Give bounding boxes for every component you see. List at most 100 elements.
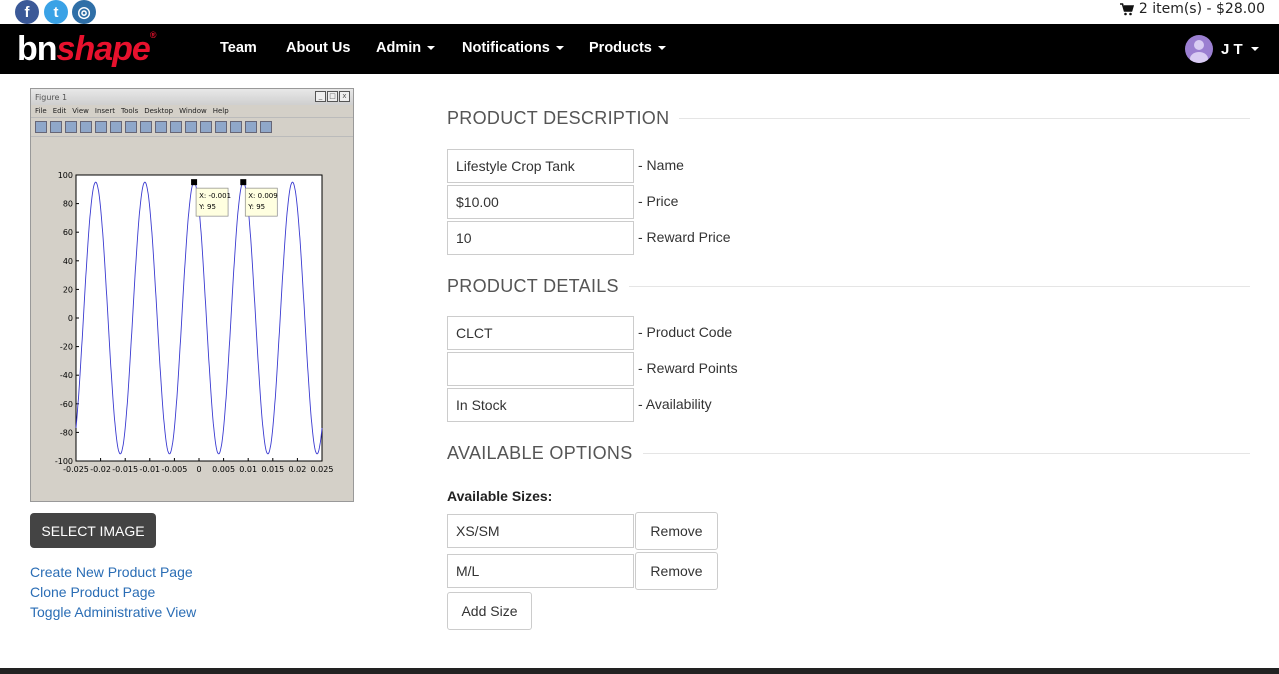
product-image: Figure 1 _ □ x File Edit View Insert Tools…	[30, 88, 354, 502]
y-tick-label: 80	[63, 200, 73, 209]
legend-icon	[230, 121, 242, 133]
size-field-1[interactable]	[447, 514, 634, 548]
cart-text: 2 item(s) - $28.00	[1138, 1, 1265, 17]
toggle-admin-view-link[interactable]: Toggle Administrative View	[30, 604, 196, 620]
datatip-x: X: 0.009	[248, 192, 277, 200]
nav-notifications[interactable]: Notifications	[462, 40, 564, 56]
x-tick-label: -0.005	[162, 465, 188, 474]
chevron-down-icon	[427, 46, 436, 51]
plot-area	[75, 174, 323, 462]
availability-label: - Availability	[638, 396, 712, 412]
cart-icon	[1119, 2, 1134, 15]
nav-products[interactable]: Products	[589, 40, 666, 56]
brush-icon	[185, 121, 197, 133]
y-tick-label: 100	[58, 171, 73, 180]
cart-summary[interactable]: 2 item(s) - $28.00	[1119, 1, 1265, 17]
clone-product-link[interactable]: Clone Product Page	[30, 584, 155, 600]
close-icon: x	[339, 91, 350, 102]
pointer-icon	[95, 121, 107, 133]
datatip-y: Y: 95	[247, 203, 265, 211]
colorbar-icon	[215, 121, 227, 133]
reward-points-label: - Reward Points	[638, 360, 738, 376]
available-sizes-label: Available Sizes:	[447, 488, 553, 504]
y-tick-label: -40	[60, 371, 73, 380]
twitter-icon[interactable]: t	[44, 0, 68, 24]
figure-titlebar: Figure 1 _ □ x	[31, 89, 353, 105]
x-tick-label: 0	[196, 465, 201, 474]
chevron-down-icon	[657, 46, 666, 51]
figure-toolbar	[31, 117, 353, 137]
zoom-in-icon	[110, 121, 122, 133]
y-tick-label: 40	[63, 257, 73, 266]
add-size-button[interactable]: Add Size	[447, 592, 532, 630]
product-code-label: - Product Code	[638, 324, 733, 340]
available-options-heading: AVAILABLE OPTIONS	[447, 443, 1250, 464]
reward-price-field[interactable]	[447, 221, 634, 255]
link-icon	[200, 121, 212, 133]
x-tick-label: 0.02	[288, 465, 306, 474]
main-navbar: bnshape® Team About Us Admin Notificatio…	[0, 24, 1279, 74]
zoom-out-icon	[125, 121, 137, 133]
nav-about-us[interactable]: About Us	[286, 40, 350, 56]
x-tick-label: 0.015	[261, 465, 284, 474]
y-tick-label: -60	[60, 400, 73, 409]
top-bar: f t ◎ 2 item(s) - $28.00	[0, 0, 1279, 24]
remove-size-button-1[interactable]: Remove	[635, 512, 718, 550]
price-label: - Price	[638, 193, 679, 209]
user-menu[interactable]: J T	[1185, 35, 1259, 63]
avatar	[1185, 35, 1213, 63]
chevron-down-icon	[555, 46, 564, 51]
reward-points-field[interactable]	[447, 352, 634, 386]
reward-price-label: - Reward Price	[638, 229, 731, 245]
datatip-marker	[191, 179, 198, 186]
pan-icon	[140, 121, 152, 133]
y-tick-label: 60	[63, 228, 73, 237]
sine-plot: 100806040200-20-40-60-80-100 -0.025 -0.02…	[55, 171, 334, 474]
print-icon	[80, 121, 92, 133]
datatip-marker	[240, 179, 247, 186]
user-initials: J T	[1221, 40, 1243, 58]
datatip-x: X: -0.001	[199, 192, 231, 200]
create-new-product-link[interactable]: Create New Product Page	[30, 564, 193, 580]
y-tick-label: -80	[60, 428, 73, 437]
product-code-field[interactable]	[447, 316, 634, 350]
availability-field[interactable]	[447, 388, 634, 422]
price-field[interactable]	[447, 185, 634, 219]
y-tick-label: 20	[63, 285, 73, 294]
facebook-icon[interactable]: f	[15, 0, 39, 24]
product-details-heading: PRODUCT DETAILS	[447, 276, 1250, 297]
minimize-icon: _	[315, 91, 326, 102]
name-label: - Name	[638, 157, 684, 173]
hide-icon	[245, 121, 257, 133]
open-icon	[50, 121, 62, 133]
y-tick-label: 0	[68, 314, 73, 323]
x-tick-label: -0.01	[139, 465, 160, 474]
new-icon	[35, 121, 47, 133]
nav-admin[interactable]: Admin	[376, 40, 436, 56]
select-image-button[interactable]: Select Image	[30, 513, 156, 548]
figure-title: Figure 1	[35, 92, 68, 102]
x-tick-label: -0.02	[90, 465, 111, 474]
x-tick-label: 0.01	[239, 465, 257, 474]
size-field-2[interactable]	[447, 554, 634, 588]
nav-team[interactable]: Team	[220, 40, 257, 56]
x-tick-label: -0.015	[112, 465, 138, 474]
save-icon	[65, 121, 77, 133]
maximize-icon: □	[327, 91, 338, 102]
rotate-icon	[155, 121, 167, 133]
x-tick-label: -0.025	[63, 465, 89, 474]
remove-size-button-2[interactable]: Remove	[635, 552, 718, 590]
x-tick-label: 0.025	[311, 465, 334, 474]
figure-menubar: File Edit View Insert Tools Desktop Wind…	[35, 107, 229, 115]
instagram-icon[interactable]: ◎	[72, 0, 96, 24]
x-tick-label: 0.005	[212, 465, 235, 474]
y-axis: 100806040200-20-40-60-80-100	[55, 171, 79, 466]
datacursor-icon	[170, 121, 182, 133]
product-description-heading: PRODUCT DESCRIPTION	[447, 108, 1250, 129]
name-field[interactable]	[447, 149, 634, 183]
chevron-down-icon	[1250, 47, 1259, 51]
footer-edge	[0, 668, 1279, 674]
brand-logo[interactable]: bnshape®	[17, 30, 156, 69]
y-tick-label: -20	[60, 343, 73, 352]
show-icon	[260, 121, 272, 133]
